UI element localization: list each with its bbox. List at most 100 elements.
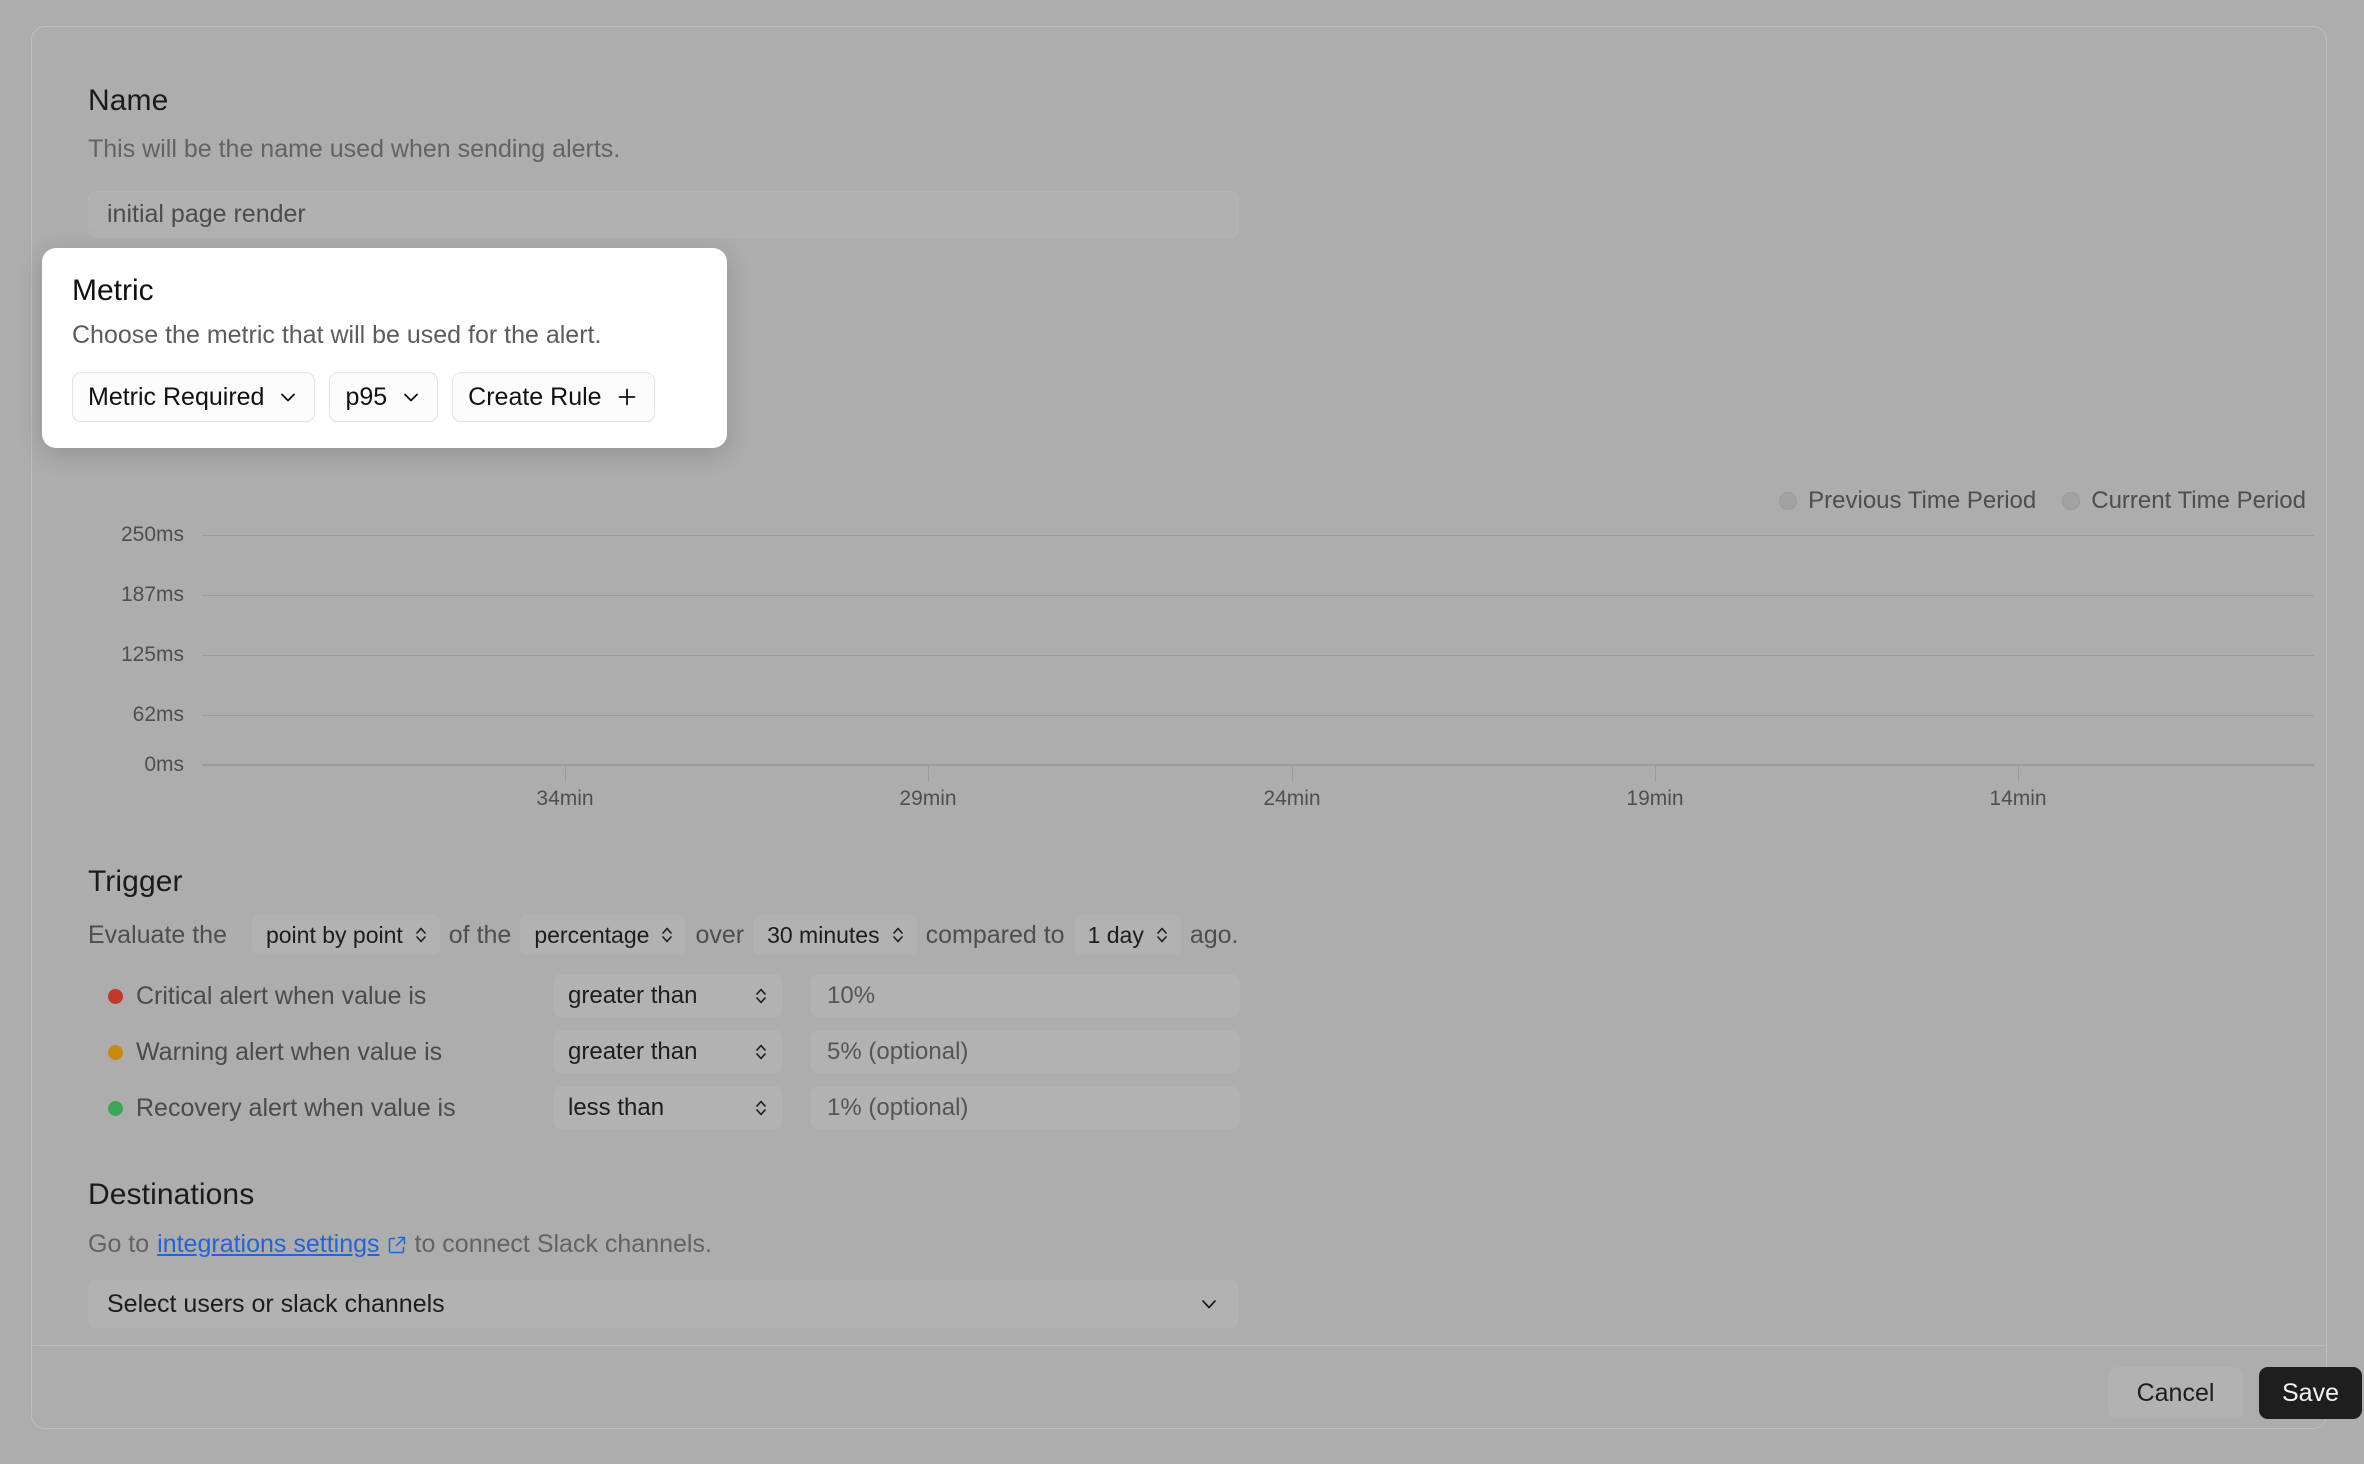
recovery-comparator-select[interactable]: less than bbox=[553, 1086, 783, 1129]
recovery-threshold-input[interactable]: 1% (optional) bbox=[810, 1086, 1240, 1129]
alert-editor-page: Name This will be the name used when sen… bbox=[0, 0, 2364, 1464]
y-tick-label: 187ms bbox=[120, 583, 184, 606]
chevron-down-icon bbox=[281, 393, 296, 402]
name-section-description: This will be the name used when sending … bbox=[88, 135, 621, 163]
chevron-down-icon bbox=[1202, 1300, 1216, 1309]
destinations-description: Go to integrations settings to connect S… bbox=[88, 1230, 712, 1259]
metric-card-title: Metric bbox=[72, 274, 154, 307]
critical-comparator-value: greater than bbox=[568, 981, 698, 1009]
x-tick-label: 29min bbox=[899, 787, 957, 810]
x-tick-label: 14min bbox=[1989, 787, 2047, 810]
legend-dot-previous-icon bbox=[1779, 492, 1798, 510]
x-tick-label: 24min bbox=[1263, 787, 1321, 810]
metric-select[interactable]: Metric Required bbox=[72, 372, 316, 422]
trigger-method-value: point by point bbox=[265, 921, 403, 948]
destinations-select[interactable]: Select users or slack channels bbox=[88, 1280, 1239, 1328]
x-tick-mark bbox=[2018, 765, 2019, 782]
trigger-mid3-text: compared to bbox=[925, 920, 1065, 949]
critical-severity-dot-icon bbox=[108, 989, 123, 1004]
updown-chevron-icon bbox=[1157, 927, 1167, 943]
trigger-prefix-text: Evaluate the bbox=[88, 920, 227, 949]
plus-icon bbox=[618, 388, 635, 406]
warning-comparator-value: greater than bbox=[568, 1037, 698, 1065]
metric-select-value: Metric Required bbox=[88, 382, 265, 411]
x-axis-line bbox=[202, 764, 2314, 765]
legend-label-previous: Previous Time Period bbox=[1808, 487, 2037, 514]
gridline: 250ms bbox=[121, 523, 2314, 546]
legend-label-current: Current Time Period bbox=[2091, 487, 2306, 514]
updown-chevron-icon bbox=[756, 1044, 766, 1059]
legend-item-previous: Previous Time Period bbox=[1779, 487, 2036, 515]
destinations-prefix-text: Go to bbox=[88, 1230, 150, 1258]
chart-plot-area: 250ms 187ms 125ms 62ms 0ms 34min 29min 2… bbox=[121, 523, 2314, 810]
x-tick-mark bbox=[928, 765, 929, 782]
warning-threshold-input[interactable]: 5% (optional) bbox=[810, 1030, 1240, 1073]
create-rule-label: Create Rule bbox=[468, 382, 602, 411]
x-tick-label: 34min bbox=[536, 787, 594, 810]
updown-chevron-icon bbox=[415, 927, 426, 943]
recovery-comparator-value: less than bbox=[568, 1093, 665, 1121]
trigger-mid1-text: of the bbox=[448, 920, 512, 949]
gridline: 125ms bbox=[121, 643, 2314, 666]
destinations-suffix-text: to connect Slack channels. bbox=[414, 1230, 712, 1258]
aggregation-select[interactable]: p95 bbox=[329, 372, 439, 422]
chevron-down-icon bbox=[404, 393, 419, 402]
legend-dot-current-icon bbox=[2062, 492, 2081, 510]
trigger-unit-select[interactable]: percentage bbox=[520, 915, 687, 955]
y-tick-label: 250ms bbox=[120, 523, 184, 546]
chart-legend: Previous Time Period Current Time Period bbox=[1779, 487, 2306, 515]
integrations-settings-link[interactable]: integrations settings bbox=[157, 1230, 406, 1259]
trigger-window-value: 30 minutes bbox=[767, 921, 880, 948]
metric-card-controls: Metric Required p95 Create Rule bbox=[72, 372, 697, 422]
metric-spotlight-card: Metric Choose the metric that will be us… bbox=[42, 248, 727, 448]
critical-threshold-input[interactable]: 10% bbox=[810, 974, 1240, 1017]
name-section-title: Name bbox=[88, 84, 169, 117]
warning-alert-label: Warning alert when value is bbox=[136, 1038, 443, 1066]
x-tick-mark bbox=[1655, 765, 1656, 782]
destinations-select-value: Select users or slack channels bbox=[107, 1289, 445, 1318]
x-tick-mark bbox=[1292, 765, 1293, 782]
alert-name-input[interactable]: initial page render bbox=[88, 191, 1239, 238]
critical-comparator-select[interactable]: greater than bbox=[553, 974, 783, 1017]
alert-form-panel: Name This will be the name used when sen… bbox=[31, 26, 2362, 1429]
trigger-section-title: Trigger bbox=[88, 865, 183, 898]
metric-preview-chart: Previous Time Period Current Time Period… bbox=[74, 467, 2314, 827]
legend-item-current: Current Time Period bbox=[2062, 487, 2306, 515]
aggregation-select-value: p95 bbox=[345, 382, 388, 411]
trigger-mid2-text: over bbox=[695, 920, 745, 949]
warning-severity-dot-icon bbox=[108, 1045, 123, 1060]
y-tick-label: 0ms bbox=[144, 753, 184, 776]
gridline: 0ms bbox=[144, 753, 2314, 776]
gridline: 187ms bbox=[121, 583, 2314, 606]
save-button[interactable]: Save bbox=[2259, 1367, 2362, 1419]
recovery-alert-label: Recovery alert when value is bbox=[136, 1094, 456, 1122]
updown-chevron-icon bbox=[756, 988, 766, 1003]
external-link-icon bbox=[388, 1236, 405, 1253]
x-tick-label: 19min bbox=[1626, 787, 1684, 810]
warning-comparator-select[interactable]: greater than bbox=[553, 1030, 783, 1073]
recovery-alert-row: Recovery alert when value is bbox=[108, 1094, 456, 1123]
trigger-suffix-text: ago. bbox=[1189, 920, 1239, 949]
destinations-section-title: Destinations bbox=[88, 1178, 255, 1211]
trigger-sentence: Evaluate the point by point of the perce… bbox=[88, 915, 1248, 955]
integrations-settings-link-text: integrations settings bbox=[157, 1230, 380, 1258]
y-tick-label: 125ms bbox=[120, 643, 184, 666]
gridline: 62ms bbox=[133, 703, 2314, 726]
trigger-window-select[interactable]: 30 minutes bbox=[753, 915, 917, 955]
footer-divider bbox=[33, 1345, 2325, 1346]
cancel-button[interactable]: Cancel bbox=[2108, 1367, 2243, 1419]
warning-alert-row: Warning alert when value is bbox=[108, 1038, 442, 1067]
y-tick-label: 62ms bbox=[132, 703, 184, 726]
critical-alert-row: Critical alert when value is bbox=[108, 982, 426, 1011]
recovery-severity-dot-icon bbox=[108, 1101, 123, 1116]
trigger-lookback-value: 1 day bbox=[1087, 921, 1144, 948]
trigger-lookback-select[interactable]: 1 day bbox=[1073, 915, 1181, 955]
trigger-unit-value: percentage bbox=[534, 921, 650, 948]
create-rule-button[interactable]: Create Rule bbox=[452, 372, 655, 422]
updown-chevron-icon bbox=[662, 927, 673, 943]
x-tick-mark bbox=[565, 765, 566, 782]
updown-chevron-icon bbox=[756, 1100, 766, 1115]
updown-chevron-icon bbox=[892, 927, 903, 943]
critical-alert-label: Critical alert when value is bbox=[136, 982, 427, 1010]
trigger-method-select[interactable]: point by point bbox=[251, 915, 440, 955]
